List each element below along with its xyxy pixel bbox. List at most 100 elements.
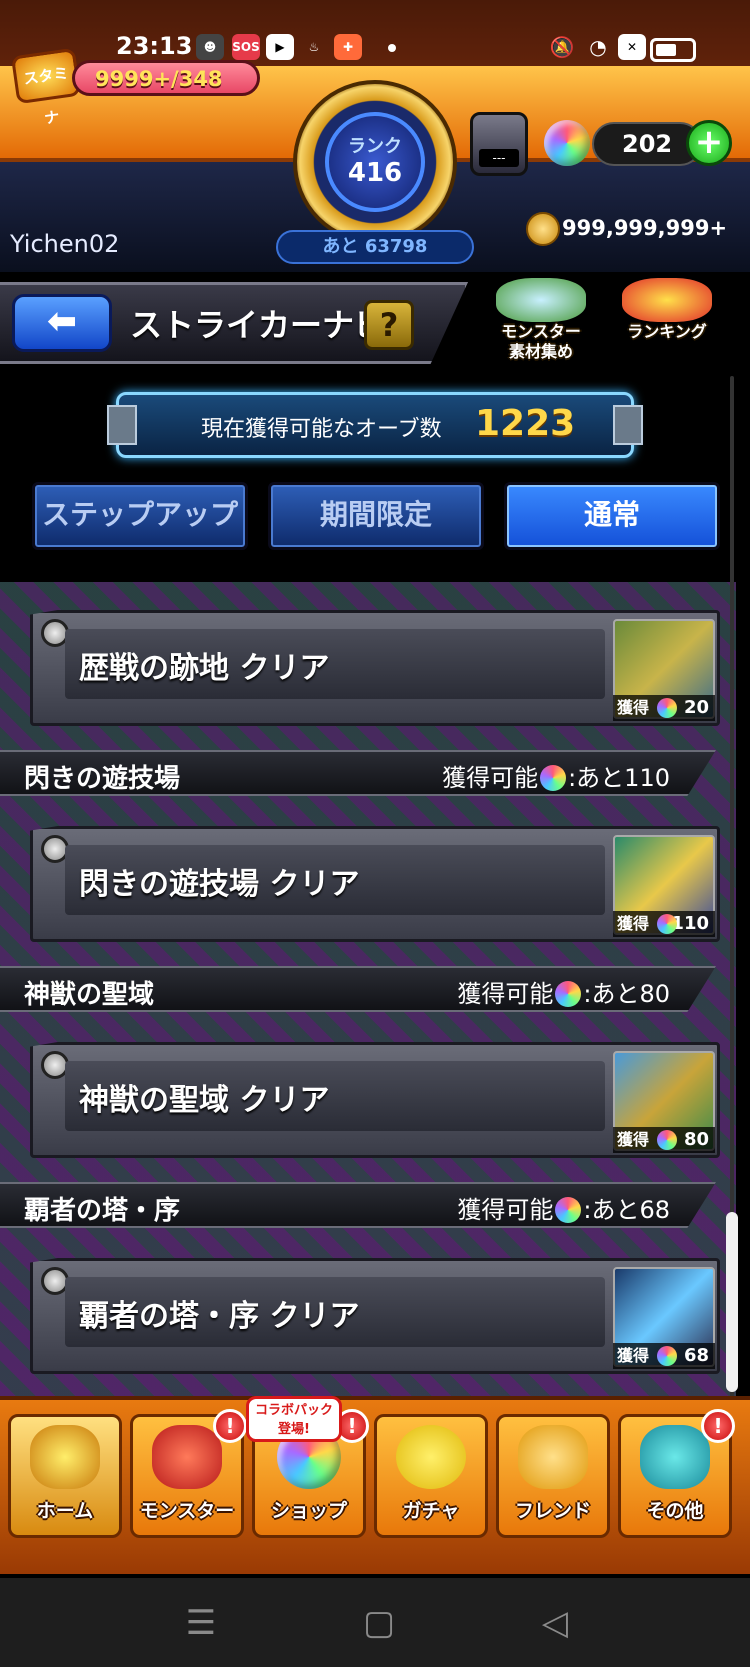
game-icon: ✚ xyxy=(334,34,362,60)
section-remaining: 獲得可能 :あと68 xyxy=(457,1190,670,1225)
reward-prefix: 獲得 xyxy=(617,1346,650,1365)
tab-limited[interactable]: 期間限定 xyxy=(268,482,484,550)
nav-monster[interactable]: モンスター ! xyxy=(130,1409,247,1538)
alert-icon: ! xyxy=(701,1409,735,1443)
stamina-badge: スタミナ xyxy=(10,47,82,128)
nav-label: ホーム xyxy=(36,1500,94,1522)
mission-card[interactable]: 閃きの遊技場 クリア 獲得 110 xyxy=(30,826,720,942)
section-name: 覇者の塔・序 xyxy=(24,1196,181,1226)
youtube-icon: ▶ xyxy=(266,34,294,60)
available-prefix: 獲得可能 xyxy=(457,980,554,1008)
collab-badge-line-1: コラボパック xyxy=(254,1403,333,1418)
back-button[interactable]: ⬅ xyxy=(12,294,112,352)
friends-icon xyxy=(518,1425,588,1489)
discord-icon: ☻ xyxy=(196,34,224,60)
orb-icon xyxy=(555,981,582,1007)
home-button[interactable]: ▢ xyxy=(354,1598,404,1648)
orb-icon xyxy=(540,765,567,791)
nav-label: ガチャ xyxy=(402,1500,460,1522)
collab-pack-badge[interactable]: コラボパック 登場! xyxy=(246,1396,342,1442)
available-orbs-banner: 現在獲得可能なオーブ数 1223 xyxy=(107,392,643,458)
crown-icon xyxy=(622,278,712,322)
stamina-bar[interactable]: 9999+/348 xyxy=(72,60,260,96)
username: Yichen02 xyxy=(10,230,120,258)
reward-value: 80 xyxy=(683,1129,709,1150)
section-remaining: 獲得可能:あと110 xyxy=(442,758,670,793)
monster-materials-button[interactable]: モンスター 素材集め xyxy=(486,278,596,362)
battery-icon xyxy=(650,38,696,62)
reward-value: 110 xyxy=(671,913,709,934)
mute-icon: 🔕 xyxy=(549,35,575,59)
banner-cap-left xyxy=(107,405,137,445)
mission-card[interactable]: 覇者の塔・序 クリア 獲得 68 xyxy=(30,1258,720,1374)
reward-prefix: 獲得 xyxy=(617,698,650,717)
mission-reward: 獲得 68 xyxy=(613,1343,715,1369)
clover-icon xyxy=(496,278,586,322)
orb-icon xyxy=(555,1197,582,1223)
mission-reward: 獲得 80 xyxy=(613,1127,715,1153)
mission-reward: 獲得 20 xyxy=(613,695,715,721)
nav-friend[interactable]: フレンド xyxy=(496,1414,610,1538)
rank-next-exp: あと 63798 xyxy=(276,230,474,264)
ranking-button[interactable]: ランキング xyxy=(612,278,722,362)
buy-orbs-button[interactable]: + xyxy=(686,120,732,166)
wifi-icon: ◔ xyxy=(589,35,607,59)
mission-reward: 獲得 110 xyxy=(613,911,715,937)
mission-card[interactable]: 神獣の聖域 クリア 獲得 80 xyxy=(30,1042,720,1158)
sos-icon: SOS xyxy=(232,34,260,60)
rank-ring[interactable]: ランク 416 xyxy=(293,80,457,244)
alert-icon: ! xyxy=(213,1409,247,1443)
scrollbar-thumb[interactable] xyxy=(726,1212,738,1392)
available-orbs-label: 現在獲得可能なオーブ数 xyxy=(201,417,442,442)
material-btn-label-2: 素材集め xyxy=(508,342,573,361)
help-button[interactable]: ? xyxy=(364,300,414,350)
available-prefix: 獲得可能 xyxy=(442,764,539,792)
rank-value: 416 xyxy=(347,158,403,188)
rank-label: ランク xyxy=(348,136,402,157)
castle-icon xyxy=(30,1425,100,1489)
remaining-value: :あと80 xyxy=(583,980,670,1008)
orb-icon xyxy=(657,1346,677,1366)
orb-icon xyxy=(544,120,590,166)
tab-normal[interactable]: 通常 xyxy=(504,482,720,550)
mission-title: 覇者の塔・序 クリア xyxy=(79,1299,360,1334)
stamina-value: 9999+/348 xyxy=(95,67,223,91)
collab-badge-line-2: 登場! xyxy=(278,1422,310,1437)
system-back-button[interactable]: ◁ xyxy=(530,1598,580,1648)
section-name: 神獣の聖域 xyxy=(24,980,155,1010)
bottom-nav: ホーム モンスター ! ショップ ! ガチャ フレンド その他 ! xyxy=(0,1396,750,1574)
section-remaining: 獲得可能 :あと80 xyxy=(457,974,670,1009)
reward-prefix: 獲得 xyxy=(617,914,650,933)
available-orbs-value: 1223 xyxy=(475,403,576,444)
reward-value: 68 xyxy=(683,1345,709,1366)
orb-icon xyxy=(657,914,677,934)
notification-dot xyxy=(388,44,396,52)
nav-label: その他 xyxy=(646,1500,704,1522)
nav-other[interactable]: その他 ! xyxy=(618,1409,735,1538)
system-nav-bar: ☰ ▢ ◁ xyxy=(0,1578,750,1667)
available-prefix: 獲得可能 xyxy=(457,1196,554,1224)
section-header: 閃きの遊技場 獲得可能:あと110 xyxy=(0,750,716,796)
material-btn-label-1: モンスター xyxy=(501,322,581,341)
recent-apps-button[interactable]: ☰ xyxy=(176,1598,226,1648)
reward-prefix: 獲得 xyxy=(617,1130,650,1149)
nav-gacha[interactable]: ガチャ xyxy=(374,1414,488,1538)
egg-icon xyxy=(396,1425,466,1489)
banner-cap-right xyxy=(613,405,643,445)
gauge-value: --- xyxy=(479,149,519,167)
mission-title: 閃きの遊技場 クリア xyxy=(79,867,360,902)
gauge-icon[interactable]: --- xyxy=(470,112,528,176)
coin-icon xyxy=(526,212,560,246)
section-name: 閃きの遊技場 xyxy=(24,764,181,794)
rank-badge: ランク 416 xyxy=(325,112,425,212)
mission-card[interactable]: 歴戦の跡地 クリア 獲得 20 xyxy=(30,610,720,726)
tab-step-up[interactable]: ステップアップ xyxy=(32,482,248,550)
mission-title: 歴戦の跡地 クリア xyxy=(79,651,330,686)
section-header: 覇者の塔・序 獲得可能 :あと68 xyxy=(0,1182,716,1228)
remaining-value: :あと68 xyxy=(583,1196,670,1224)
section-header: 神獣の聖域 獲得可能 :あと80 xyxy=(0,966,716,1012)
more-icon xyxy=(640,1425,710,1489)
mission-list[interactable]: 歴戦の跡地 クリア 獲得 20 閃きの遊技場 獲得可能:あと110 閃きの遊技場… xyxy=(0,582,736,1400)
nav-home[interactable]: ホーム xyxy=(8,1414,122,1538)
nav-label: フレンド xyxy=(514,1500,591,1522)
